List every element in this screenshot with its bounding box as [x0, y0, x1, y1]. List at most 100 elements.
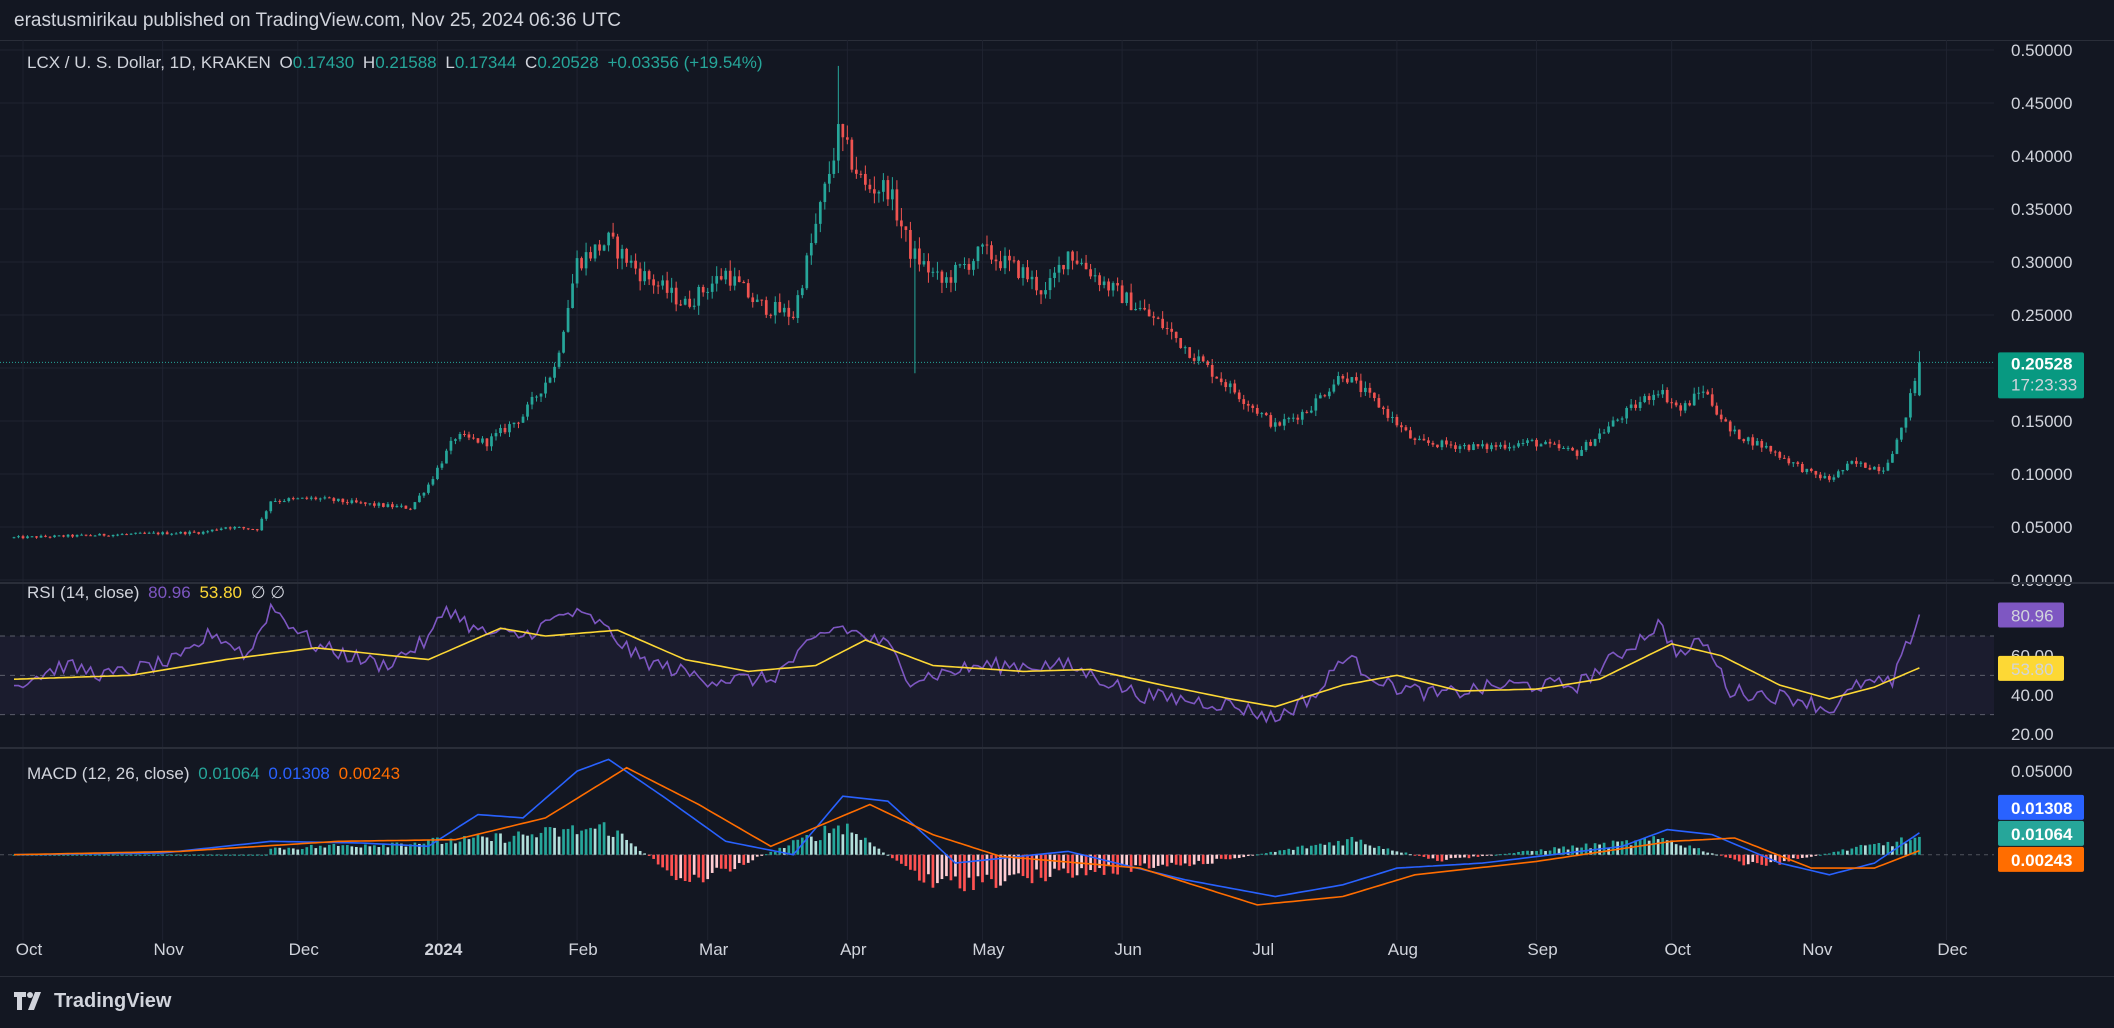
candle-body [854, 169, 858, 174]
x-axis-label-10: Aug [1388, 940, 1418, 959]
candle-body [174, 533, 178, 535]
candle-body [1886, 462, 1890, 471]
candle-body [1895, 439, 1899, 454]
chart-canvas[interactable]: 0.000000.050000.100000.150000.200000.250… [0, 40, 2114, 975]
candle-body [634, 260, 637, 269]
macd-histogram-bar [958, 854, 962, 889]
macd-histogram-bar [728, 854, 732, 872]
macd-histogram-bar [625, 839, 628, 855]
macd-histogram-bar [1737, 854, 1741, 862]
candle-body [1373, 392, 1376, 399]
macd-histogram-bar [269, 848, 273, 855]
rsi-label[interactable]: RSI (14, close) [27, 583, 139, 602]
candle-body [1584, 441, 1588, 451]
candle-body [674, 287, 678, 305]
x-axis-label-2: Dec [289, 940, 320, 959]
macd-histogram-bar [922, 854, 926, 883]
candle-body [395, 505, 399, 508]
macd-histogram-bar [296, 849, 300, 855]
candle-body [548, 377, 552, 383]
macd-histogram-bar [129, 854, 133, 856]
x-axis-label-9: Jul [1252, 940, 1274, 959]
macd-histogram-bar [1674, 844, 1678, 855]
macd-histogram-bar [1188, 854, 1192, 867]
macd-label[interactable]: MACD (12, 26, close) [27, 764, 190, 783]
candle-body [1823, 476, 1827, 479]
macd-histogram-bar [1697, 848, 1701, 855]
candle-body [1602, 432, 1606, 434]
candle-body [1355, 377, 1358, 381]
candle-body [1616, 419, 1619, 421]
footer-brand[interactable]: TradingView [14, 988, 171, 1014]
price-axis-label-6: 0.30000 [2011, 253, 2072, 272]
macd-histogram-bar [850, 832, 854, 855]
macd-histogram-bar [485, 837, 489, 855]
macd-histogram-bar [526, 835, 529, 855]
macd-histogram-bar [1237, 854, 1241, 858]
candle-body [323, 497, 327, 499]
candle-body [1400, 425, 1403, 428]
close-value: 0.20528 [537, 53, 599, 72]
macd-histogram-bar [1467, 854, 1471, 859]
candle-body [1368, 387, 1372, 393]
macd-histogram-bar [1147, 854, 1151, 869]
candle-body [949, 277, 953, 283]
macd-histogram-bar [715, 854, 719, 868]
macd-histogram-bar [107, 854, 110, 856]
candle-body [1125, 292, 1128, 304]
price-axis-label-8: 0.40000 [2011, 147, 2072, 166]
candle-body [580, 258, 583, 269]
candle-body [746, 283, 750, 298]
macd-histogram-bar [990, 854, 993, 880]
candle-body [1900, 427, 1903, 440]
candle-body [1129, 292, 1133, 311]
macd-histogram-bar [823, 825, 827, 855]
macd-histogram-bar [1264, 853, 1268, 855]
macd-histogram-bar [314, 848, 318, 855]
macd-axis-label-0: 0.05000 [2011, 762, 2072, 781]
candle-body [1553, 443, 1556, 445]
candle-body [566, 307, 570, 332]
candle-body [1674, 402, 1678, 406]
macd-histogram-bar [1751, 854, 1755, 862]
macd-histogram-bar [449, 838, 453, 855]
candle-body [1566, 447, 1570, 449]
macd-histogram-bar [98, 854, 101, 856]
candle-body [728, 270, 732, 286]
candle-body [836, 124, 840, 161]
macd-histogram-bar [1918, 836, 1921, 855]
macd-histogram-bar [1377, 846, 1381, 855]
candle-body [314, 497, 318, 500]
candle-body [472, 437, 475, 439]
macd-histogram-bar [1273, 851, 1277, 855]
candle-body [1210, 364, 1214, 377]
macd-histogram-bar [1643, 838, 1646, 855]
candle-body [219, 528, 223, 530]
macd-histogram-bar [1066, 854, 1070, 874]
candle-body [724, 270, 728, 280]
candle-body [557, 352, 561, 367]
candle-body [1057, 264, 1061, 273]
candle-body [80, 534, 83, 536]
macd-histogram-bar [1661, 837, 1665, 855]
macd-histogram-bar [891, 854, 894, 859]
candle-body [1107, 281, 1110, 291]
candle-body [107, 535, 110, 537]
macd-histogram-bar [1832, 851, 1836, 855]
candle-body [981, 244, 984, 247]
candle-body [710, 283, 714, 292]
macd-histogram-bar [1517, 851, 1520, 855]
macd-histogram-bar [219, 854, 223, 856]
candle-body [1503, 444, 1507, 449]
macd-histogram-bar [1679, 845, 1683, 855]
symbol-label[interactable]: LCX / U. S. Dollar, 1D, KRAKEN [27, 53, 271, 72]
candle-body [427, 484, 430, 493]
candle-body [922, 261, 926, 265]
candle-body [751, 297, 755, 303]
macd-histogram-bar [1404, 852, 1408, 855]
x-axis-label-8: Jun [1114, 940, 1141, 959]
candle-body [1017, 260, 1020, 278]
candle-body [445, 450, 448, 464]
macd-histogram-bar [1161, 854, 1165, 865]
candle-body [782, 307, 786, 313]
